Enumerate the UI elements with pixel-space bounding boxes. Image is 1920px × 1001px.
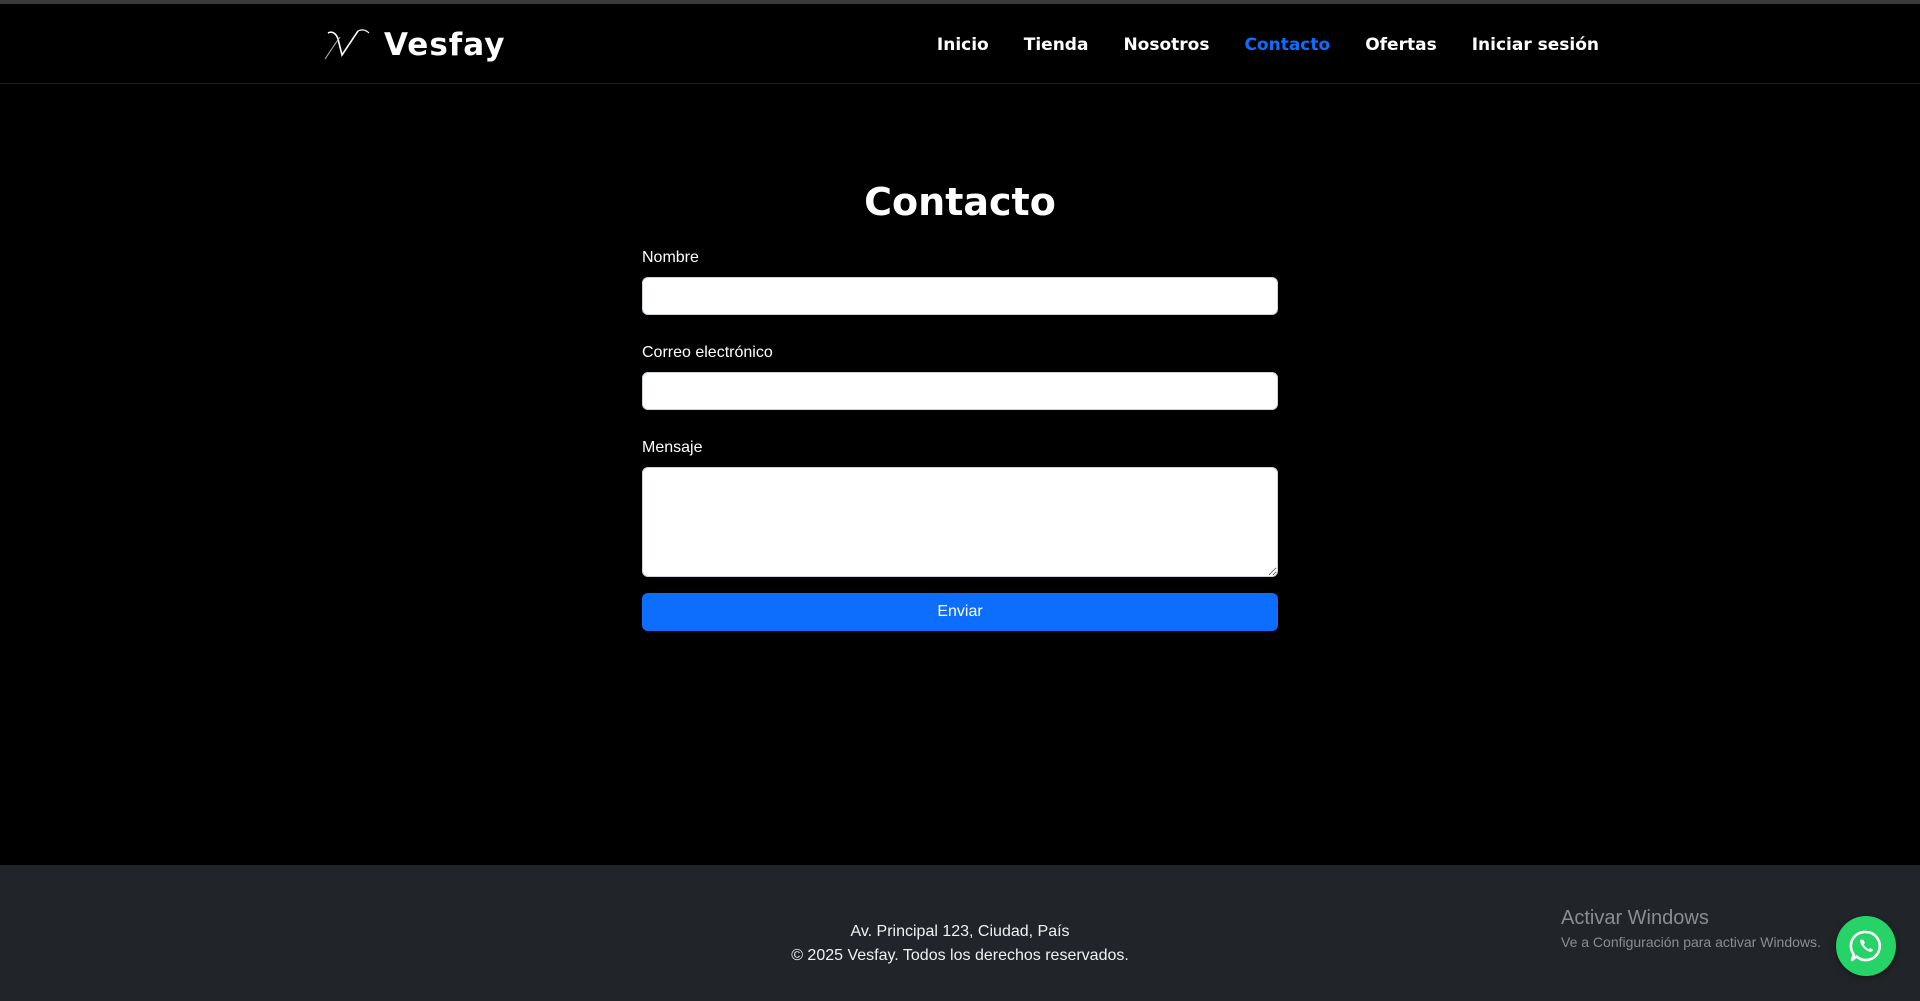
watermark-subtitle: Ve a Configuración para activar Windows. [1561, 934, 1821, 950]
nav-ofertas[interactable]: Ofertas [1365, 30, 1436, 60]
navbar: Vesfay Inicio Tienda Nosotros Contacto O… [0, 4, 1920, 84]
whatsapp-icon [1849, 930, 1882, 962]
nav-inicio[interactable]: Inicio [937, 30, 989, 60]
name-label: Nombre [642, 249, 699, 266]
submit-button[interactable]: Enviar [642, 593, 1278, 631]
whatsapp-button[interactable] [1836, 916, 1896, 976]
page-title: Contacto [864, 180, 1056, 224]
email-label: Correo electrónico [642, 344, 773, 361]
nav-tienda[interactable]: Tienda [1024, 30, 1089, 60]
message-textarea[interactable] [642, 467, 1278, 577]
brand-name: Vesfay [384, 27, 506, 63]
windows-activation-watermark: Activar Windows Ve a Configuración para … [1561, 906, 1821, 952]
watermark-title: Activar Windows [1561, 907, 1709, 929]
main-nav: Inicio Tienda Nosotros Contacto Ofertas … [902, 30, 1599, 60]
name-input[interactable] [642, 277, 1278, 315]
nav-iniciar-sesion[interactable]: Iniciar sesión [1472, 30, 1599, 60]
brand-link[interactable]: Vesfay [322, 22, 505, 68]
message-label: Mensaje [642, 439, 703, 456]
nav-contacto[interactable]: Contacto [1244, 30, 1330, 60]
contact-form: Nombre Correo electrónico Mensaje Enviar [642, 248, 1278, 631]
contact-section: Contacto Nombre Correo electrónico Mensa… [642, 84, 1278, 631]
v-logo-icon [324, 29, 370, 60]
nav-nosotros[interactable]: Nosotros [1123, 30, 1209, 60]
email-input[interactable] [642, 372, 1278, 410]
